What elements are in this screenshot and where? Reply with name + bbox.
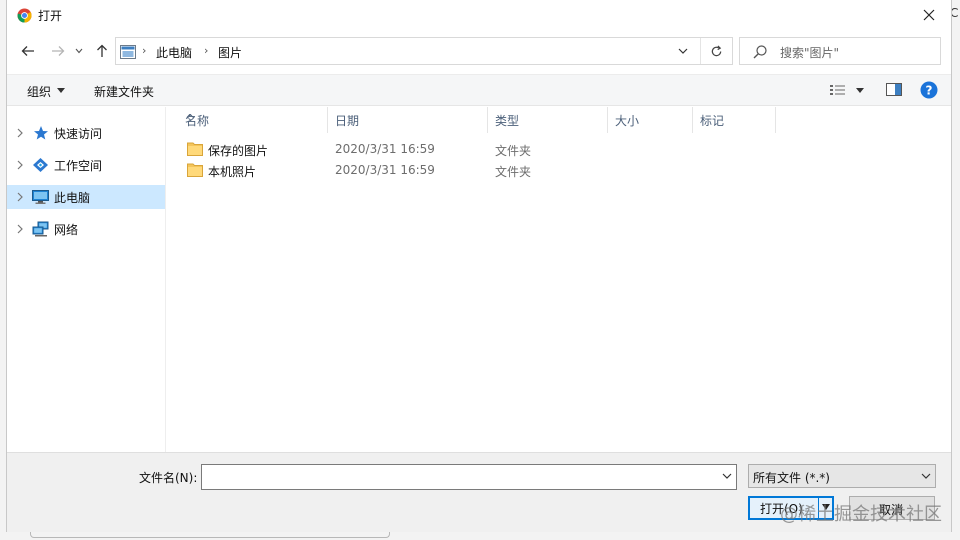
chevron-down-icon	[722, 473, 732, 479]
star-icon	[34, 126, 48, 140]
table-row[interactable]: 本机照片 2020/3/31 16:59 文件夹	[185, 160, 945, 181]
breadcrumb-item-this-pc[interactable]: 此电脑	[156, 44, 192, 61]
nav-item-quick-access[interactable]: 快速访问	[7, 121, 165, 145]
title-bar[interactable]: 打开	[7, 0, 951, 30]
column-header-label: 类型	[495, 114, 520, 128]
recent-locations-button[interactable]	[71, 40, 87, 62]
help-icon[interactable]: ?	[920, 81, 938, 99]
filename-input[interactable]	[201, 464, 737, 490]
column-header-size[interactable]: 大小	[609, 107, 693, 133]
file-type: 文件夹	[495, 144, 532, 158]
filename-history-dropdown[interactable]	[719, 468, 735, 484]
column-header-tags[interactable]: 标记	[694, 107, 776, 133]
chevron-down-icon	[678, 48, 688, 54]
nav-label: 网络	[54, 223, 79, 237]
address-bar[interactable]: › 此电脑 › 图片	[115, 37, 733, 65]
folder-icon	[187, 163, 203, 177]
up-button[interactable]	[91, 40, 113, 62]
command-bar: 组织 新建文件夹 ?	[7, 74, 951, 106]
file-name: 保存的图片	[208, 144, 269, 158]
column-header-label: 日期	[335, 114, 360, 128]
breadcrumb-item-pictures[interactable]: 图片	[218, 44, 242, 61]
chevron-right-icon[interactable]	[15, 191, 25, 203]
address-history-dropdown[interactable]	[668, 38, 698, 64]
nav-label: 工作空间	[54, 159, 103, 173]
arrow-left-icon	[21, 46, 34, 56]
file-date: 2020/3/31 16:59	[335, 163, 435, 177]
open-file-dialog: 打开 › 此电脑 › 图片 搜索"图片" 组织 新建文件夹 ? 快速访问 工作空…	[6, 0, 952, 532]
new-folder-button[interactable]: 新建文件夹	[94, 83, 154, 100]
column-header-label: 大小	[615, 114, 640, 128]
watermark: @稀土掘金技术社区	[780, 504, 942, 525]
folder-icon	[187, 142, 203, 156]
column-header-name[interactable]: ^ 名称	[179, 107, 328, 133]
arrow-up-icon	[97, 44, 107, 57]
file-type: 文件夹	[495, 165, 532, 179]
close-button[interactable]	[907, 0, 951, 30]
nav-item-this-pc[interactable]: 此电脑	[7, 185, 165, 209]
view-details-icon[interactable]	[830, 84, 846, 96]
search-placeholder: 搜索"图片"	[780, 46, 840, 60]
column-header-type[interactable]: 类型	[489, 107, 608, 133]
chevron-right-icon[interactable]	[15, 127, 25, 139]
close-icon	[923, 9, 935, 21]
chevron-right-icon[interactable]	[15, 159, 25, 171]
filename-label: 文件名(N):	[139, 471, 198, 485]
breadcrumb-separator-icon: ›	[142, 44, 147, 57]
chrome-icon	[17, 8, 32, 23]
column-header-label: 名称	[185, 114, 210, 128]
forward-button[interactable]	[47, 40, 69, 62]
workspace-icon	[33, 158, 48, 172]
file-type-select[interactable]: 所有文件 (*.*)	[748, 464, 936, 488]
file-type-selected: 所有文件 (*.*)	[753, 471, 830, 485]
view-options-caret-icon[interactable]	[856, 88, 864, 93]
chevron-down-icon	[921, 473, 931, 479]
back-button[interactable]	[17, 40, 39, 62]
file-date: 2020/3/31 16:59	[335, 142, 435, 156]
file-list[interactable]: ^ 名称 日期 类型 大小 标记 保存的图片 2020/3/31 16:59 文…	[167, 107, 951, 452]
svg-text:?: ?	[926, 84, 933, 98]
nav-item-workspace[interactable]: 工作空间	[7, 153, 165, 177]
chevron-down-icon	[75, 48, 83, 54]
organize-button[interactable]: 组织	[27, 83, 51, 100]
refresh-button[interactable]	[700, 38, 732, 64]
column-header-label: 标记	[700, 114, 725, 128]
breadcrumb-separator-icon: ›	[204, 44, 209, 57]
this-pc-icon	[120, 45, 136, 59]
navigation-pane: 快速访问 工作空间 此电脑 网络	[7, 107, 166, 452]
dialog-title: 打开	[38, 9, 63, 23]
file-name: 本机照片	[208, 165, 257, 179]
nav-label: 此电脑	[54, 191, 91, 205]
refresh-icon	[711, 44, 722, 56]
nav-label: 快速访问	[54, 127, 103, 141]
nav-item-network[interactable]: 网络	[7, 217, 165, 241]
column-header-date[interactable]: 日期	[329, 107, 488, 133]
computer-icon	[32, 190, 49, 204]
network-icon	[32, 221, 49, 237]
table-row[interactable]: 保存的图片 2020/3/31 16:59 文件夹	[185, 139, 945, 160]
search-icon	[753, 45, 767, 59]
search-box[interactable]: 搜索"图片"	[739, 37, 941, 65]
arrow-right-icon	[52, 46, 65, 56]
organize-caret-icon	[57, 88, 65, 93]
chevron-right-icon[interactable]	[15, 223, 25, 235]
preview-pane-icon[interactable]	[886, 83, 902, 96]
